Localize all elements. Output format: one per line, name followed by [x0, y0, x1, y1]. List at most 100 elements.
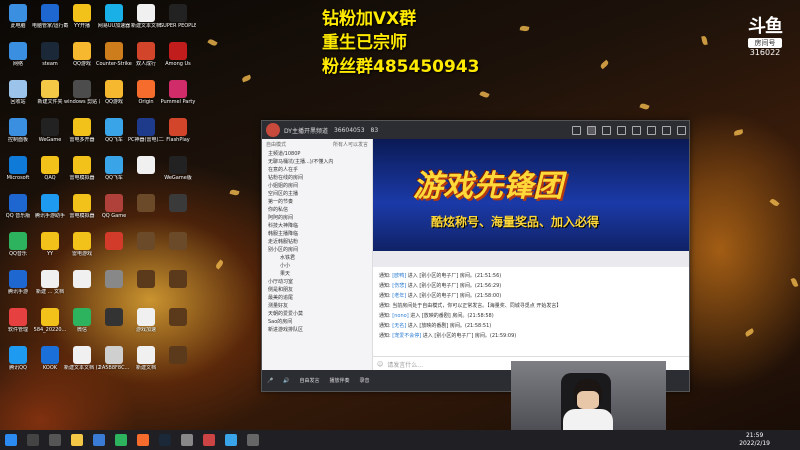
channel-item[interactable]: 小姐姐的房间 — [262, 182, 372, 190]
desktop-icon[interactable]: Microsoft — [0, 156, 36, 181]
channel-item[interactable]: 小小 — [262, 262, 372, 270]
desktop-icon[interactable]: 游戏加速 — [128, 308, 164, 333]
desktop-icon[interactable] — [96, 308, 132, 327]
desktop-icon[interactable]: QQ游戏 — [64, 42, 100, 67]
desktop-icon[interactable]: Among Us — [160, 42, 196, 67]
desktop-icon[interactable]: 雷电模拟器 — [64, 156, 100, 181]
desktop-icon[interactable] — [128, 156, 164, 175]
mode-button[interactable]: 自由发言 — [299, 377, 319, 384]
minimize-icon[interactable] — [647, 125, 656, 135]
desktop-icon[interactable]: QQ游戏 — [96, 80, 132, 105]
wechat-icon[interactable] — [115, 434, 127, 446]
channel-item[interactable]: 别小区的房间 — [262, 246, 372, 254]
settings-icon[interactable] — [632, 125, 641, 135]
desktop-icon[interactable]: 电脑管家/运行截图编辑 — [32, 4, 68, 29]
channel-item[interactable]: 无聊马桶坑(主播...)/不懂入内 — [262, 158, 372, 166]
channel-item[interactable]: 水铁君 — [262, 254, 372, 262]
desktop-icon[interactable]: 腾讯QQ — [0, 346, 36, 371]
desktop-icon[interactable] — [96, 270, 132, 289]
desktop-icon[interactable]: 此电脑 — [0, 4, 36, 29]
file-explorer-icon[interactable] — [71, 434, 83, 446]
channel-avatar[interactable] — [266, 123, 280, 137]
desktop-icon[interactable]: 2A5B8F8C... — [96, 346, 132, 371]
desktop-icon[interactable]: 584_20220... — [32, 308, 68, 333]
desktop-icon[interactable]: 微信 — [64, 308, 100, 333]
desktop-icon[interactable]: 双人成行 — [128, 42, 164, 67]
task-view-icon[interactable] — [49, 434, 61, 446]
channel-item[interactable]: Sao的房间 — [262, 318, 372, 326]
douyu-icon[interactable] — [137, 434, 149, 446]
system-clock[interactable]: 21:59 2022/2/19 — [739, 432, 770, 448]
promo-banner[interactable]: 游戏先锋团 酷炫称号、海量奖品、加入必得 — [373, 139, 689, 267]
desktop-icon[interactable]: WeGame — [32, 118, 68, 143]
desktop-icon[interactable]: 新建 ... 文档 — [32, 270, 68, 295]
desktop-icon[interactable]: 腾讯手游 — [0, 270, 36, 295]
message-user[interactable]: [老年] — [392, 293, 406, 299]
desktop-icon[interactable]: 腾讯手游助手 — [32, 194, 68, 219]
channel-item[interactable]: 阿阿的房间 — [262, 214, 372, 222]
channel-item[interactable]: 空间区的主播 — [262, 190, 372, 198]
channel-item[interactable]: 韩服主播降临 — [262, 230, 372, 238]
desktop-icon[interactable]: 网易UU加速器 — [96, 4, 132, 29]
channel-item[interactable]: 天朝的爱爱小莫 — [262, 310, 372, 318]
desktop-icon[interactable]: Pummel Party — [160, 80, 196, 105]
desktop-icon[interactable]: FlashPlay — [160, 118, 196, 143]
desktop-icon[interactable]: 新建文本文档 (2) — [64, 346, 100, 371]
chat-input[interactable]: 请发言什么... — [387, 360, 423, 369]
channel-item[interactable]: 测量好友 — [262, 302, 372, 310]
obs-icon[interactable] — [203, 434, 215, 446]
channel-item[interactable]: 主频道/1080P — [262, 150, 372, 158]
desktop-icon[interactable] — [160, 194, 196, 213]
app2-icon[interactable] — [247, 434, 259, 446]
desktop-icon[interactable] — [160, 346, 196, 365]
window-titlebar[interactable]: DY主播开黑频道 36604053 83 — [262, 121, 689, 139]
channel-item[interactable]: 在意的人在乎 — [262, 166, 372, 174]
mic-icon[interactable]: 🎤 — [267, 378, 273, 384]
message-user[interactable]: [欧鸭] — [392, 273, 406, 279]
desktop-icon[interactable] — [160, 232, 196, 251]
desktop-icon[interactable]: steam — [32, 42, 68, 67]
message-icon[interactable] — [602, 125, 611, 135]
record-button[interactable]: 录音 — [360, 377, 370, 384]
desktop-icon[interactable]: 新建文本文档 — [128, 4, 164, 29]
steam-icon[interactable] — [159, 434, 171, 446]
channel-item[interactable]: 新进游戏排队区 — [262, 326, 372, 334]
message-user[interactable]: [无名] — [392, 323, 406, 329]
channel-item[interactable]: 小厅动习室 — [262, 278, 372, 286]
channel-item[interactable]: 侧是和朋友 — [262, 286, 372, 294]
desktop-icon[interactable]: PC神器(雷电)二次编辑 — [128, 118, 164, 143]
desktop-icon[interactable]: QAQ — [32, 156, 68, 181]
maximize-icon[interactable] — [662, 125, 671, 135]
channel-item[interactable]: 果天 — [262, 270, 372, 278]
desktop-icon[interactable]: 网络 — [0, 42, 36, 67]
desktop-icon[interactable]: YY — [32, 232, 68, 257]
start-icon[interactable] — [5, 434, 17, 446]
desktop-icon[interactable]: 控制面板 — [0, 118, 36, 143]
home-icon[interactable] — [587, 125, 596, 135]
speaker-icon[interactable]: 🔊 — [283, 378, 289, 384]
desktop-icon[interactable]: 雷电模拟器 — [64, 194, 100, 219]
desktop-icon[interactable]: 软件管理 — [0, 308, 36, 333]
desktop-icon[interactable]: SUPER PEOPLE CBT — [160, 4, 196, 29]
channel-item[interactable]: 最美的追尾 — [262, 294, 372, 302]
desktop-icon[interactable]: WeGame版 — [160, 156, 196, 181]
channel-item[interactable]: 你的私信 — [262, 206, 372, 214]
desktop-icon[interactable]: Origin — [128, 80, 164, 105]
desktop-icon[interactable]: QQ Game — [96, 194, 132, 219]
message-user[interactable]: [宠爱不会停] — [392, 333, 421, 339]
desktop-icon[interactable]: QQ飞车 — [96, 118, 132, 143]
message-user[interactable]: [伤悲] — [392, 283, 406, 289]
desktop-icon[interactable]: 雷电游戏 — [64, 232, 100, 257]
channel-item[interactable]: 第一的节奏 — [262, 198, 372, 206]
music-button[interactable]: 播放伴奏 — [329, 377, 349, 384]
desktop-icon[interactable]: QQ音乐 — [0, 232, 36, 257]
gamepad-icon[interactable] — [617, 125, 626, 135]
app-icon[interactable] — [181, 434, 193, 446]
channel-item[interactable]: 走近韩服钻粉 — [262, 238, 372, 246]
desktop-icon[interactable]: 回收站 — [0, 80, 36, 105]
channel-item[interactable]: 钻粉在线的房间 — [262, 174, 372, 182]
edge-icon[interactable] — [93, 434, 105, 446]
search-icon[interactable] — [27, 434, 39, 446]
desktop-icon[interactable]: windows 剪贴 片着器/器 — [64, 80, 100, 105]
desktop-icon[interactable]: 雷电多开器 — [64, 118, 100, 143]
